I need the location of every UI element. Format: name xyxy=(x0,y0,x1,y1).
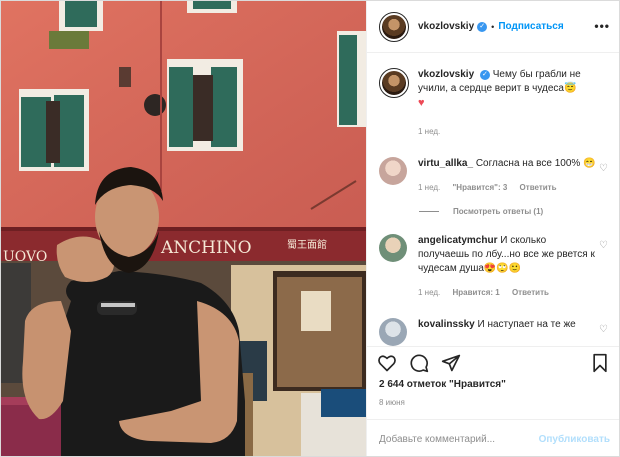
comment-like-heart-icon[interactable]: ♡ xyxy=(599,324,608,335)
like-heart-icon[interactable] xyxy=(377,353,397,373)
comment-meta: 1 нед. Нравится: 1 Ответить xyxy=(418,286,598,300)
follow-button[interactable]: Подписаться xyxy=(498,21,563,32)
caption-avatar[interactable] xyxy=(379,68,409,98)
comment-text: И наступает на те же xyxy=(477,319,576,330)
comment-likes[interactable]: "Нравится": 3 xyxy=(453,183,508,192)
window-mid-center xyxy=(167,59,243,151)
instagram-post: UOVO ANCHINO 蜀王面館 vkozlovskiy ✓ • Подпис… xyxy=(0,0,620,457)
comment-body: kovalinsskу И наступает на те же xyxy=(418,318,598,346)
publish-button[interactable]: Опубликовать xyxy=(539,434,610,445)
add-comment-bar: Опубликовать xyxy=(367,419,619,456)
more-options-icon[interactable]: ••• xyxy=(594,20,610,32)
view-replies-label: Посмотреть ответы (1) xyxy=(453,207,544,216)
comment-avatar[interactable] xyxy=(379,318,407,346)
comment-like-heart-icon[interactable]: ♡ xyxy=(599,240,608,251)
window-top-right xyxy=(187,1,237,13)
comment-item: virtu_allka_ Согласна на все 100% 😁 1 не… xyxy=(379,157,610,195)
verified-badge-icon: ✓ xyxy=(479,70,490,80)
window-top-left xyxy=(59,1,103,31)
sign-main-text: ANCHINO xyxy=(160,238,252,258)
comment-username[interactable]: virtu_allka_ xyxy=(418,158,473,169)
comment-body: virtu_allka_ Согласна на все 100% 😁 1 не… xyxy=(418,157,598,195)
view-replies-button[interactable]: Посмотреть ответы (1) xyxy=(419,207,610,216)
caption-avatar-image xyxy=(382,71,406,95)
author-avatar[interactable] xyxy=(379,11,409,42)
caption: vkozlovskiy ✓ Чему бы грабли не учили, а… xyxy=(379,68,610,139)
post-date[interactable]: 8 июня xyxy=(379,398,405,407)
author-avatar-image xyxy=(382,14,406,39)
heart-emoji-icon: ♥ xyxy=(418,97,425,109)
comment-item: angelicatymchur И сколько получаешь по л… xyxy=(379,234,610,300)
likes-count[interactable]: 2 644 отметок "Нравится" xyxy=(379,379,506,390)
share-paper-plane-icon[interactable] xyxy=(441,353,461,373)
caption-body: vkozlovskiy ✓ Чему бы грабли не учили, а… xyxy=(418,68,608,139)
replies-divider xyxy=(419,211,439,212)
comments-list[interactable]: vkozlovskiy ✓ Чему бы грабли не учили, а… xyxy=(367,54,619,346)
caption-time[interactable]: 1 нед. xyxy=(418,125,608,139)
header-separator: • xyxy=(491,21,495,32)
comment-input[interactable] xyxy=(379,433,539,445)
post-header: vkozlovskiy ✓ • Подписаться ••• xyxy=(367,1,619,53)
comment-avatar[interactable] xyxy=(379,157,407,185)
author-username[interactable]: vkozlovskiy xyxy=(418,21,474,32)
photo-illustration: UOVO ANCHINO 蜀王面館 xyxy=(1,1,366,456)
save-bookmark-icon[interactable] xyxy=(590,353,610,373)
sign-chinese-text: 蜀王面館 xyxy=(287,238,327,251)
comment-time[interactable]: 1 нед. xyxy=(418,183,440,192)
comment-like-heart-icon[interactable]: ♡ xyxy=(599,163,608,174)
comment-item: kovalinsskу И наступает на те же ♡ xyxy=(379,318,610,346)
caption-username[interactable]: vkozlovskiy xyxy=(418,69,474,80)
post-photo[interactable]: UOVO ANCHINO 蜀王面館 xyxy=(1,1,366,456)
comment-username[interactable]: kovalinsskу xyxy=(418,319,475,330)
comment-username[interactable]: angelicatymchur xyxy=(418,235,497,246)
comment-likes[interactable]: Нравится: 1 xyxy=(453,288,500,297)
comment-bubble-icon[interactable] xyxy=(409,353,429,373)
comment-body: angelicatymchur И сколько получаешь по л… xyxy=(418,234,598,300)
comment-text: Согласна на все 100% 😁 xyxy=(475,158,596,169)
comment-avatar[interactable] xyxy=(379,234,407,262)
window-mid-left xyxy=(19,89,89,171)
window-mid-right xyxy=(337,31,366,127)
reply-button[interactable]: Ответить xyxy=(520,183,557,192)
post-side-panel: vkozlovskiy ✓ • Подписаться ••• vkozlovs… xyxy=(366,1,619,456)
verified-badge-icon: ✓ xyxy=(477,21,488,32)
comment-time[interactable]: 1 нед. xyxy=(418,288,440,297)
action-bar xyxy=(367,346,619,379)
reply-button[interactable]: Ответить xyxy=(512,288,549,297)
comment-meta: 1 нед. "Нравится": 3 Ответить xyxy=(418,181,598,195)
